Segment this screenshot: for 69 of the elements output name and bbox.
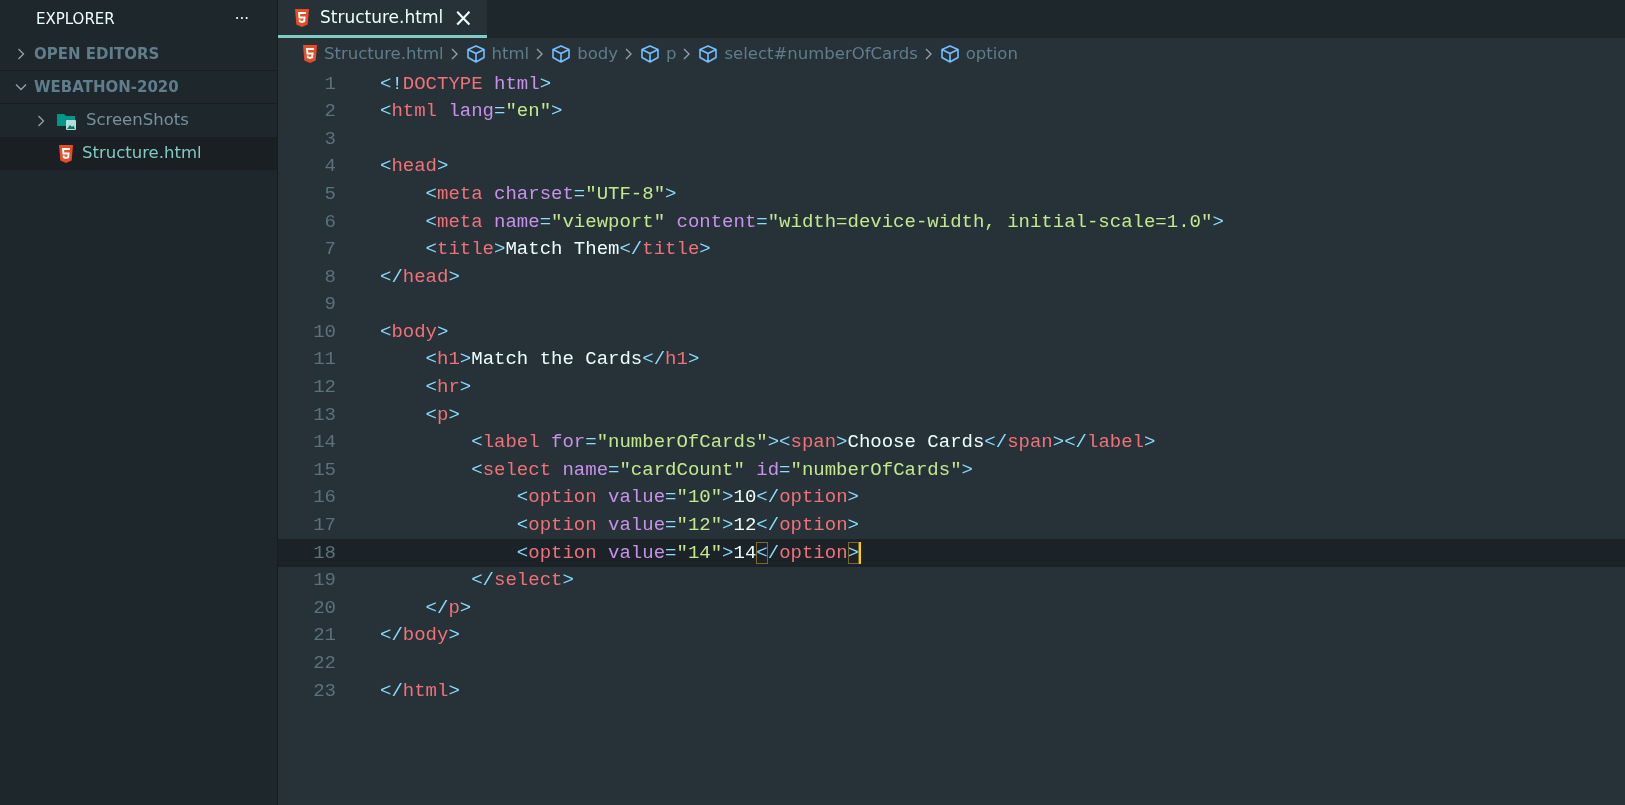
line-number: 4 [323, 154, 336, 180]
code-line: <head> [379, 154, 449, 180]
code-line: <h1>Match the Cards</h1> [424, 347, 700, 373]
code-line: <title>Match Them</title> [424, 237, 711, 263]
breadcrumb-item[interactable]: select#numberOfCards [724, 41, 918, 67]
code-line: <hr> [424, 375, 472, 401]
cube-icon [698, 45, 719, 63]
code-line: </p> [424, 595, 472, 621]
code-line: </head> [379, 264, 460, 290]
code-line: <body> [379, 319, 449, 345]
html5-icon [294, 8, 310, 27]
line-number: 8 [323, 264, 336, 290]
cube-icon [640, 45, 660, 63]
code-line: </select> [470, 568, 574, 594]
breadcrumb-item[interactable]: Structure.html [324, 41, 444, 67]
line-number: 11 [312, 347, 336, 373]
line-number: 22 [312, 651, 336, 676]
code-line: <p> [424, 402, 460, 428]
code-line: <html lang="en"> [379, 99, 563, 125]
line-number: 17 [312, 513, 336, 539]
line-number: 21 [312, 623, 336, 649]
code-line: <option value="10">10</option> [515, 485, 859, 511]
code-line: <option value="12">12</option> [515, 513, 859, 539]
code-line: </body> [379, 623, 460, 649]
line-number: 20 [312, 595, 336, 621]
line-number: 18 [312, 540, 336, 566]
line-number: 2 [323, 99, 336, 125]
code-line: <meta name="viewport" content="width=device-width, initial-scale=1.0"> [424, 209, 1224, 235]
line-number: 6 [323, 209, 336, 235]
chevron-icon [923, 47, 934, 61]
code-line: <label for="numberOfCards"><span>Choose Cards</span></label> [470, 430, 1156, 456]
code-line: <select name="cardCount" id="numberOfCards"> [470, 457, 973, 483]
line-number: 5 [323, 181, 336, 207]
line-number: 23 [312, 678, 336, 704]
file-tree-item[interactable]: Structure.html [0, 137, 277, 170]
breadcrumb-item[interactable]: body [577, 41, 618, 67]
line-number: 7 [323, 237, 336, 263]
html5-icon [302, 45, 318, 63]
more-actions-button[interactable]: ··· [234, 7, 249, 31]
section-header[interactable]: WEBATHON-2020 [0, 71, 277, 104]
editor-tab[interactable]: Structure.html × [278, 0, 488, 38]
cube-icon [551, 45, 572, 63]
breadcrumb-item[interactable]: html [491, 41, 530, 67]
breadcrumb-item[interactable]: option [965, 41, 1018, 67]
cube-icon [939, 45, 960, 63]
code-line: <!DOCTYPE html> [379, 71, 552, 97]
file-tree-item[interactable]: ScreenShots [0, 104, 277, 137]
text-cursor [858, 541, 861, 564]
line-number: 10 [312, 319, 336, 345]
line-number: 3 [323, 126, 336, 152]
code-line: </html> [379, 678, 460, 704]
chevron-icon [624, 47, 634, 61]
line-number: 16 [312, 485, 336, 511]
section-header[interactable]: OPEN EDITORS [0, 38, 277, 71]
line-number: 1 [323, 71, 336, 97]
breadcrumb-item[interactable]: p [666, 41, 677, 67]
line-number: 19 [312, 568, 336, 594]
line-number: 12 [312, 375, 336, 401]
line-number: 9 [323, 292, 336, 318]
line-number: 15 [312, 457, 336, 483]
chevron-icon [449, 47, 460, 61]
line-number: 13 [312, 402, 336, 428]
line-number: 14 [312, 430, 336, 456]
close-icon[interactable]: × [453, 5, 474, 30]
code-line: <meta charset="UTF-8"> [424, 181, 677, 207]
cube-icon [465, 45, 486, 63]
sidebar-title: EXPLORER [36, 8, 115, 30]
html5-icon [58, 144, 74, 163]
code-line: <option value="14">14</option> [515, 540, 859, 566]
